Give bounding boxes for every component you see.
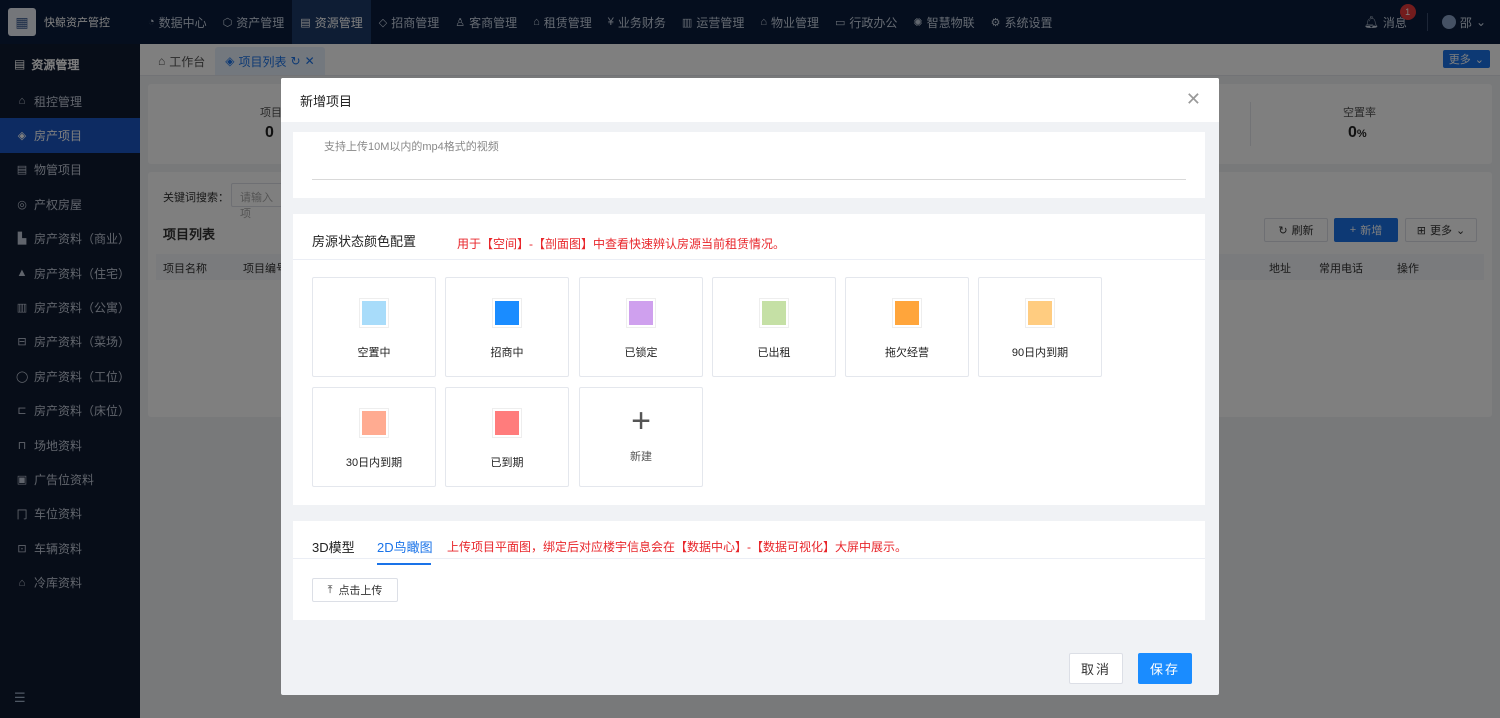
swatch-color xyxy=(895,301,919,325)
color-swatch[interactable] xyxy=(359,408,389,438)
swatch-color xyxy=(362,411,386,435)
status-card-expired[interactable]: 已到期 xyxy=(445,387,569,487)
status-card-expire-30[interactable]: 30日内到期 xyxy=(312,387,436,487)
swatch-color xyxy=(629,301,653,325)
model-note: 上传项目平面图，绑定后对应楼宇信息会在【数据中心】-【数据可视化】大屏中展示。 xyxy=(447,540,907,554)
status-card-vacant[interactable]: 空置中 xyxy=(312,277,436,377)
swatch-color xyxy=(362,301,386,325)
status-label: 拖欠经营 xyxy=(885,347,929,359)
cancel-button[interactable]: 取消 xyxy=(1069,653,1123,684)
swatch-color xyxy=(495,301,519,325)
color-config-title: 房源状态颜色配置 xyxy=(312,234,417,249)
plus-icon: + xyxy=(631,402,651,440)
status-label: 已到期 xyxy=(490,457,524,469)
color-swatch[interactable] xyxy=(759,298,789,328)
status-card-locked[interactable]: 已锁定 xyxy=(579,277,703,377)
color-swatch[interactable] xyxy=(492,408,522,438)
tab-3d-model[interactable]: 3D模型 xyxy=(312,537,355,556)
color-config-note: 用于【空间】-【剖面图】中查看快速辨认房源当前租赁情况。 xyxy=(457,237,785,251)
color-swatch[interactable] xyxy=(492,298,522,328)
tabs-divider xyxy=(293,558,1205,559)
swatch-color xyxy=(495,411,519,435)
status-card-investing[interactable]: 招商中 xyxy=(445,277,569,377)
section-divider xyxy=(312,179,1186,180)
color-swatch[interactable] xyxy=(359,298,389,328)
swatch-color xyxy=(1028,301,1052,325)
save-button[interactable]: 保存 xyxy=(1138,653,1192,684)
section-header-divider xyxy=(293,259,1205,260)
model-section: 3D模型 2D鸟瞰图 上传项目平面图，绑定后对应楼宇信息会在【数据中心】-【数据… xyxy=(293,521,1205,620)
status-label: 招商中 xyxy=(490,347,524,359)
status-label: 空置中 xyxy=(357,347,391,359)
status-label: 30日内到期 xyxy=(345,457,403,469)
video-section: 支持上传10M以内的mp4格式的视频 xyxy=(293,132,1205,198)
status-label: 已出租 xyxy=(757,347,791,359)
active-tab-indicator xyxy=(377,563,431,565)
status-label: 90日内到期 xyxy=(1011,347,1069,359)
color-swatch[interactable] xyxy=(892,298,922,328)
swatch-color xyxy=(762,301,786,325)
status-card-expire-90[interactable]: 90日内到期 xyxy=(978,277,1102,377)
tab-2d-aerial[interactable]: 2D鸟瞰图 xyxy=(377,537,433,556)
new-project-dialog: 新增项目 ✕ 支持上传10M以内的mp4格式的视频 房源状态颜色配置 用于【空间… xyxy=(281,78,1219,695)
status-card-arrears[interactable]: 拖欠经营 xyxy=(845,277,969,377)
upload-button[interactable]: ⤒ 点击上传 xyxy=(312,578,398,602)
close-icon[interactable]: ✕ xyxy=(1186,90,1201,108)
color-swatch[interactable] xyxy=(1025,298,1055,328)
dialog-header: 新增项目 ✕ xyxy=(281,78,1219,122)
upload-icon: ⤒ xyxy=(327,583,333,596)
video-upload-hint: 支持上传10M以内的mp4格式的视频 xyxy=(324,141,499,153)
add-status-card[interactable]: + 新建 xyxy=(579,387,703,487)
color-config-section: 房源状态颜色配置 用于【空间】-【剖面图】中查看快速辨认房源当前租赁情况。 空置… xyxy=(293,214,1205,505)
status-card-rented[interactable]: 已出租 xyxy=(712,277,836,377)
status-label: 已锁定 xyxy=(624,347,658,359)
color-swatch[interactable] xyxy=(626,298,656,328)
dialog-title: 新增项目 xyxy=(300,93,353,109)
new-status-label: 新建 xyxy=(630,451,652,463)
